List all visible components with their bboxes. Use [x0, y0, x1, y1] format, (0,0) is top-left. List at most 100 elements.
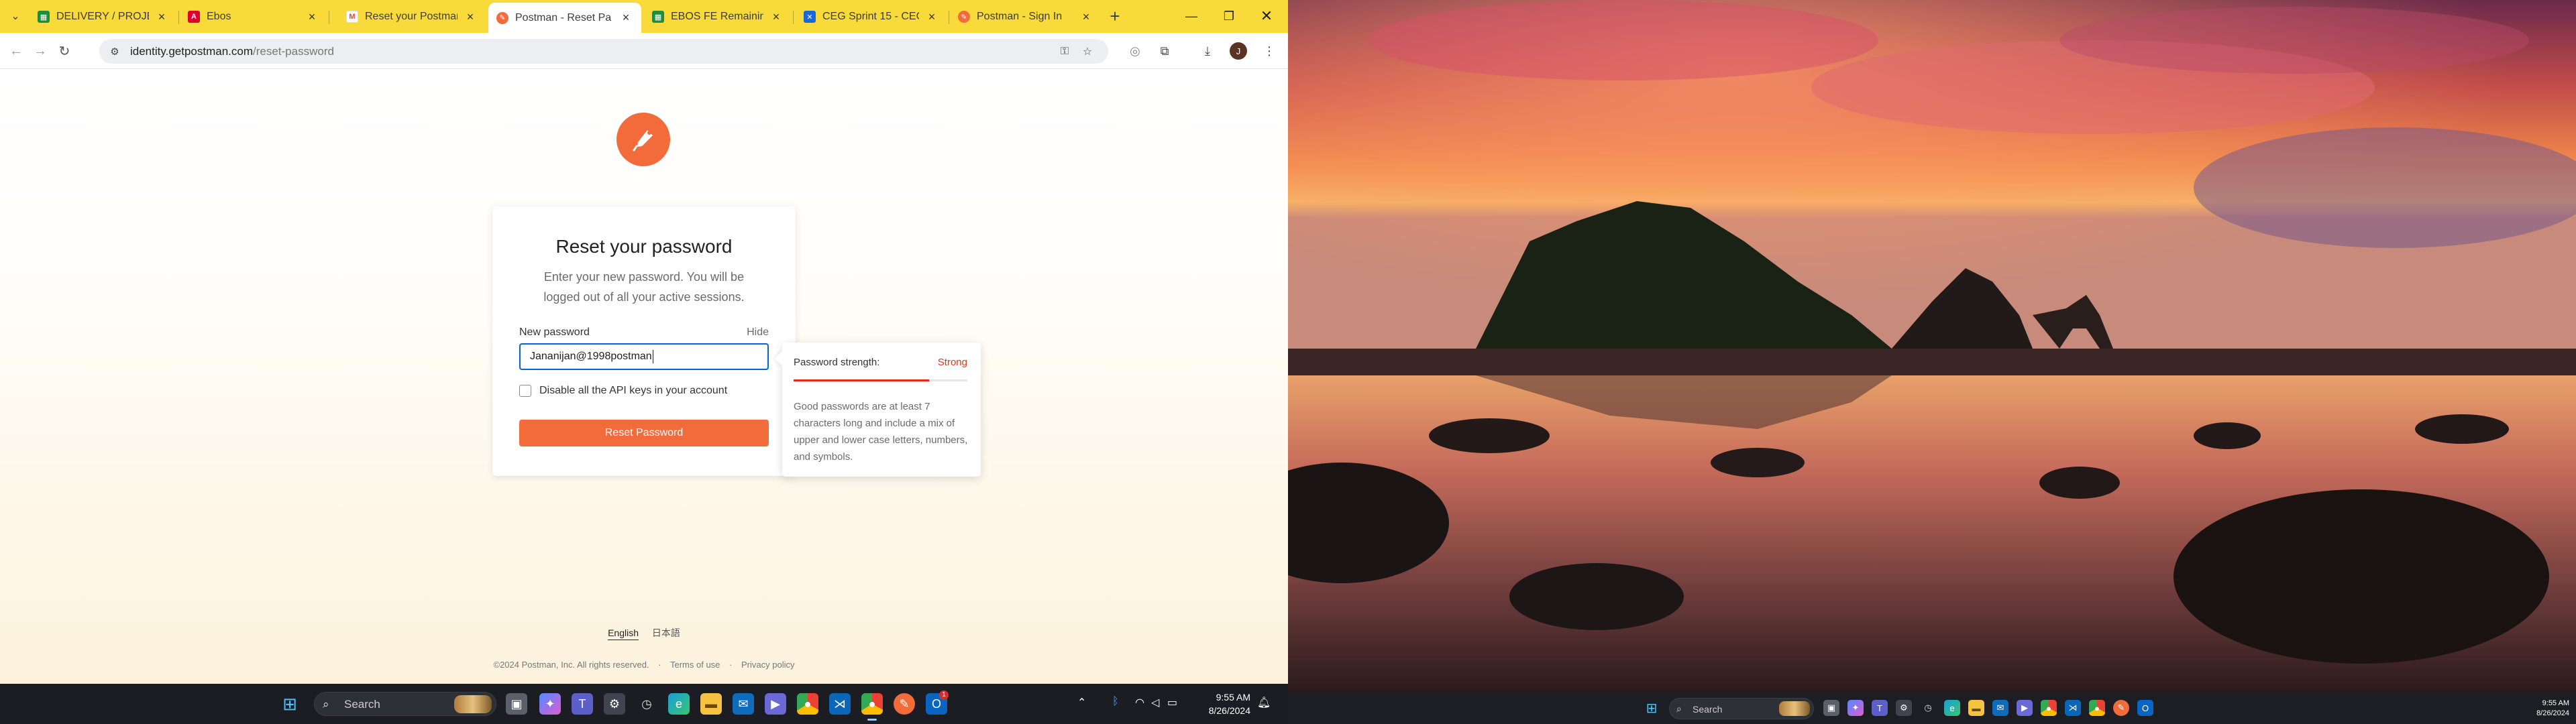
chrome-profile-icon[interactable]: ● — [861, 693, 883, 715]
hide-password-toggle[interactable]: Hide — [747, 326, 769, 339]
volume-icon[interactable]: ◁ — [1151, 696, 1159, 709]
taskbar-clock[interactable]: 9:55 AM 8/26/2024 — [1187, 690, 1250, 717]
extensions-puzzle-icon[interactable]: ⧉ — [1155, 42, 1174, 60]
close-window-icon[interactable]: ✕ — [1253, 5, 1280, 27]
chrome-profile-icon[interactable]: ● — [2089, 700, 2105, 716]
browser-toolbar: ← → ↻ ⚙ identity.getpostman.com/reset-pa… — [0, 33, 1288, 69]
windows-start-icon[interactable]: ⊞ — [279, 693, 301, 715]
tab-title: CEG Sprint 15 - CEG — [822, 11, 919, 22]
wifi-icon[interactable]: ◠ — [1135, 696, 1144, 709]
settings-gear-icon[interactable]: ⚙ — [1896, 700, 1912, 716]
tab-delivery-project[interactable]: ▦ DELIVERY / PROJECT × — [30, 5, 177, 29]
close-tab-icon[interactable]: × — [463, 9, 478, 24]
postman-rocket-icon — [633, 130, 653, 152]
edge-icon[interactable]: e — [1944, 700, 1960, 716]
clock-time: 9:55 AM — [1216, 692, 1250, 703]
reload-icon[interactable]: ↻ — [55, 42, 74, 60]
teams-icon[interactable]: T — [1872, 700, 1888, 716]
copyright-text: ©2024 Postman, Inc. All rights reserved. — [493, 660, 649, 670]
media-player-icon[interactable]: ▶ — [765, 693, 786, 715]
windows-start-icon[interactable]: ⊞ — [1644, 700, 1660, 716]
back-arrow-icon[interactable]: ← — [7, 42, 25, 60]
tray-overflow-chevron-icon[interactable]: ⌃ — [1077, 696, 1086, 709]
close-tab-icon[interactable]: × — [769, 9, 784, 24]
bookmark-star-icon[interactable]: ☆ — [1080, 44, 1095, 59]
vscode-icon[interactable]: ⋊ — [829, 693, 851, 715]
minimize-icon[interactable]: — — [1178, 5, 1205, 27]
search-icon: ⌕ — [323, 698, 329, 711]
browser-menu-icon[interactable]: ⋮ — [1260, 42, 1279, 60]
taskbar-search[interactable]: ⌕ Search — [1669, 698, 1814, 719]
mail-icon[interactable]: ✉ — [733, 693, 754, 715]
forward-arrow-icon[interactable]: → — [31, 42, 50, 60]
teams-icon[interactable]: T — [572, 693, 593, 715]
clock-icon[interactable]: ◷ — [636, 693, 657, 715]
search-placeholder: Search — [1693, 704, 1723, 715]
password-key-icon[interactable]: ⚿ — [1057, 44, 1072, 59]
media-player-icon[interactable]: ▶ — [2017, 700, 2033, 716]
gmail-icon: M — [346, 11, 358, 23]
disable-api-keys-row[interactable]: Disable all the API keys in your account — [519, 385, 727, 397]
tab-search-chevron-icon[interactable]: ⌄ — [6, 7, 25, 25]
edge-icon[interactable]: e — [668, 693, 690, 715]
chrome-icon[interactable]: ● — [2041, 700, 2057, 716]
task-view-icon[interactable]: ▣ — [1823, 700, 1839, 716]
outlook-icon[interactable]: O — [2137, 700, 2153, 716]
tab-title: EBOS FE Remaining — [671, 11, 763, 22]
tab-title: DELIVERY / PROJECT — [56, 11, 149, 22]
downloads-icon[interactable]: ⤓ — [1198, 42, 1217, 60]
lang-japanese[interactable]: 日本語 — [652, 627, 680, 638]
tab-reset-your-postman[interactable]: M Reset your Postman × — [338, 5, 486, 29]
taskbar-clock[interactable]: 9:55 AM 8/26/2024 — [2509, 699, 2569, 719]
battery-icon[interactable]: ▭ — [1167, 696, 1177, 709]
postman-logo — [616, 113, 670, 166]
tab-postman-reset-password[interactable]: ✎ Postman - Reset Pa × — [488, 3, 641, 33]
notification-badge: 1 — [939, 690, 949, 700]
close-tab-icon[interactable]: × — [619, 11, 633, 25]
disable-api-keys-checkbox[interactable] — [519, 385, 531, 397]
postman-app-icon[interactable]: ✎ — [894, 693, 915, 715]
taskbar-search[interactable]: ⌕ Search — [314, 692, 496, 716]
bluetooth-icon[interactable]: ᛒ — [1112, 696, 1119, 708]
profile-avatar[interactable]: J — [1230, 42, 1247, 60]
site-settings-icon[interactable]: ⚙ — [107, 44, 122, 59]
new-tab-plus-icon[interactable]: + — [1106, 6, 1124, 26]
tab-ceg-sprint-15[interactable]: ✕ CEG Sprint 15 - CEG × — [796, 5, 947, 29]
close-tab-icon[interactable]: × — [154, 9, 169, 24]
tab-ebos[interactable]: A Ebos × — [180, 5, 327, 29]
notification-bell-icon[interactable]: 🔔︎ — [1257, 696, 1271, 709]
chrome-icon[interactable]: ● — [797, 693, 818, 715]
clock-date: 8/26/2024 — [2536, 709, 2569, 717]
privacy-link[interactable]: Privacy policy — [741, 660, 794, 670]
tab-ebos-fe-remaining[interactable]: ▦ EBOS FE Remaining × — [644, 5, 792, 29]
vscode-icon[interactable]: ⋊ — [2065, 700, 2081, 716]
close-tab-icon[interactable]: × — [305, 9, 319, 24]
task-view-icon[interactable]: ▣ — [506, 693, 527, 715]
file-explorer-icon[interactable]: ▬ — [1968, 700, 1984, 716]
postman-icon: ✎ — [496, 11, 508, 24]
lang-english[interactable]: English — [608, 627, 639, 640]
copilot-icon[interactable]: ✦ — [539, 693, 561, 715]
close-tab-icon[interactable]: × — [1079, 9, 1093, 24]
file-explorer-icon[interactable]: ▬ — [700, 693, 722, 715]
tab-postman-sign-in[interactable]: ✎ Postman - Sign In × — [950, 5, 1102, 29]
angular-icon: A — [188, 11, 200, 23]
address-bar[interactable]: ⚙ identity.getpostman.com/reset-password… — [99, 39, 1108, 64]
copilot-icon[interactable]: ✦ — [1847, 700, 1864, 716]
strength-meter-fill — [794, 379, 930, 381]
settings-gear-icon[interactable]: ⚙ — [604, 693, 625, 715]
extension-compass-icon[interactable]: ◎ — [1126, 42, 1144, 60]
postman-app-icon[interactable]: ✎ — [2113, 700, 2129, 716]
new-password-input[interactable]: Jananijan@1998postman — [519, 343, 769, 370]
taskbar-right: ⊞ ⌕ Search ▣ ✦ T ⚙ ◷ e ▬ ✉ ▶ ● ⋊ ● ✎ O 9… — [1288, 693, 2576, 724]
close-tab-icon[interactable]: × — [924, 9, 939, 24]
mail-icon[interactable]: ✉ — [1992, 700, 2008, 716]
terms-link[interactable]: Terms of use — [670, 660, 720, 670]
address-url[interactable]: identity.getpostman.com/reset-password — [130, 45, 334, 58]
reset-password-button[interactable]: Reset Password — [519, 420, 769, 446]
restore-icon[interactable]: ❐ — [1216, 5, 1242, 27]
disable-api-keys-label[interactable]: Disable all the API keys in your account — [539, 385, 727, 397]
clock-icon[interactable]: ◷ — [1920, 700, 1936, 716]
password-value: Jananijan@1998postman — [530, 351, 652, 362]
desktop-wallpaper — [1288, 0, 2576, 693]
